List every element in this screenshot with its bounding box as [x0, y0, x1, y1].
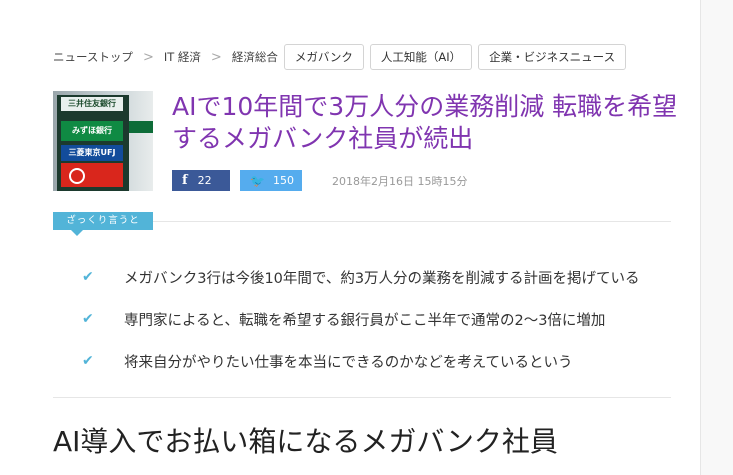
tag-business-news[interactable]: 企業・ビジネスニュース [478, 44, 627, 70]
summary-list: ✔ メガバンク3行は今後10年間で、約3万人分の業務を削減する計画を掲げている … [82, 256, 640, 382]
summary-item: ✔ 専門家によると、転職を希望する銀行員がここ半年で通常の2〜3倍に増加 [82, 298, 640, 340]
tag-artificial-intelligence[interactable]: 人工知能（AI） [369, 44, 473, 70]
summary-label: ざっくり言うと [53, 212, 153, 236]
breadcrumb-news-top[interactable]: ニューストップ [53, 49, 133, 65]
share-row: f 22 🐦 150 2018年2月16日 15時15分 [172, 170, 467, 191]
chevron-right-icon: > [142, 49, 154, 65]
twitter-icon: 🐦 [250, 173, 265, 188]
summary-item-text: 専門家によると、転職を希望する銀行員がここ半年で通常の2〜3倍に増加 [124, 312, 606, 329]
thumbnail-sign-mizuho: みずほ銀行 [61, 121, 123, 141]
thumbnail-sign-bar [129, 121, 153, 133]
thumbnail-sign-smbc: 三井住友銀行 [61, 97, 123, 111]
breadcrumb: ニューストップ > IT 経済 > 経済総合 メガバンク 人工知能（AI） 企業… [53, 44, 627, 70]
check-icon: ✔ [82, 269, 94, 285]
publish-date: 2018年2月16日 15時15分 [332, 174, 468, 188]
section-divider [53, 397, 671, 398]
facebook-share-button[interactable]: f 22 [172, 170, 230, 191]
thumbnail-sign-mufg: 三菱東京UFJ [61, 145, 123, 161]
article-title: AIで10年間で3万人分の業務削減 転職を希望するメガバンク社員が続出 [172, 92, 678, 153]
article-thumbnail[interactable]: 三井住友銀行 みずほ銀行 三菱東京UFJ [53, 91, 153, 191]
check-icon: ✔ [82, 311, 94, 327]
facebook-icon: f [182, 173, 188, 188]
breadcrumb-economy-general[interactable]: 経済総合 [232, 49, 278, 65]
section-heading: AI導入でお払い箱になるメガバンク社員 [53, 425, 558, 458]
page-right-edge [700, 0, 733, 475]
summary-item-text: 将来自分がやりたい仕事を本当にできるのかなどを考えているという [124, 354, 573, 371]
check-icon: ✔ [82, 353, 94, 369]
facebook-share-count: 22 [197, 174, 212, 187]
summary-divider [153, 221, 671, 222]
twitter-share-button[interactable]: 🐦 150 [240, 170, 302, 191]
thumbnail-sign-logo [61, 163, 123, 187]
summary-item-text: メガバンク3行は今後10年間で、約3万人分の業務を削減する計画を掲げている [124, 270, 640, 287]
breadcrumb-it-economy[interactable]: IT 経済 [164, 49, 201, 65]
twitter-share-count: 150 [272, 174, 294, 187]
chevron-right-icon: > [210, 49, 222, 65]
summary-item: ✔ メガバンク3行は今後10年間で、約3万人分の業務を削減する計画を掲げている [82, 256, 640, 298]
tag-megabank[interactable]: メガバンク [283, 44, 364, 70]
summary-item: ✔ 将来自分がやりたい仕事を本当にできるのかなどを考えているという [82, 340, 640, 382]
